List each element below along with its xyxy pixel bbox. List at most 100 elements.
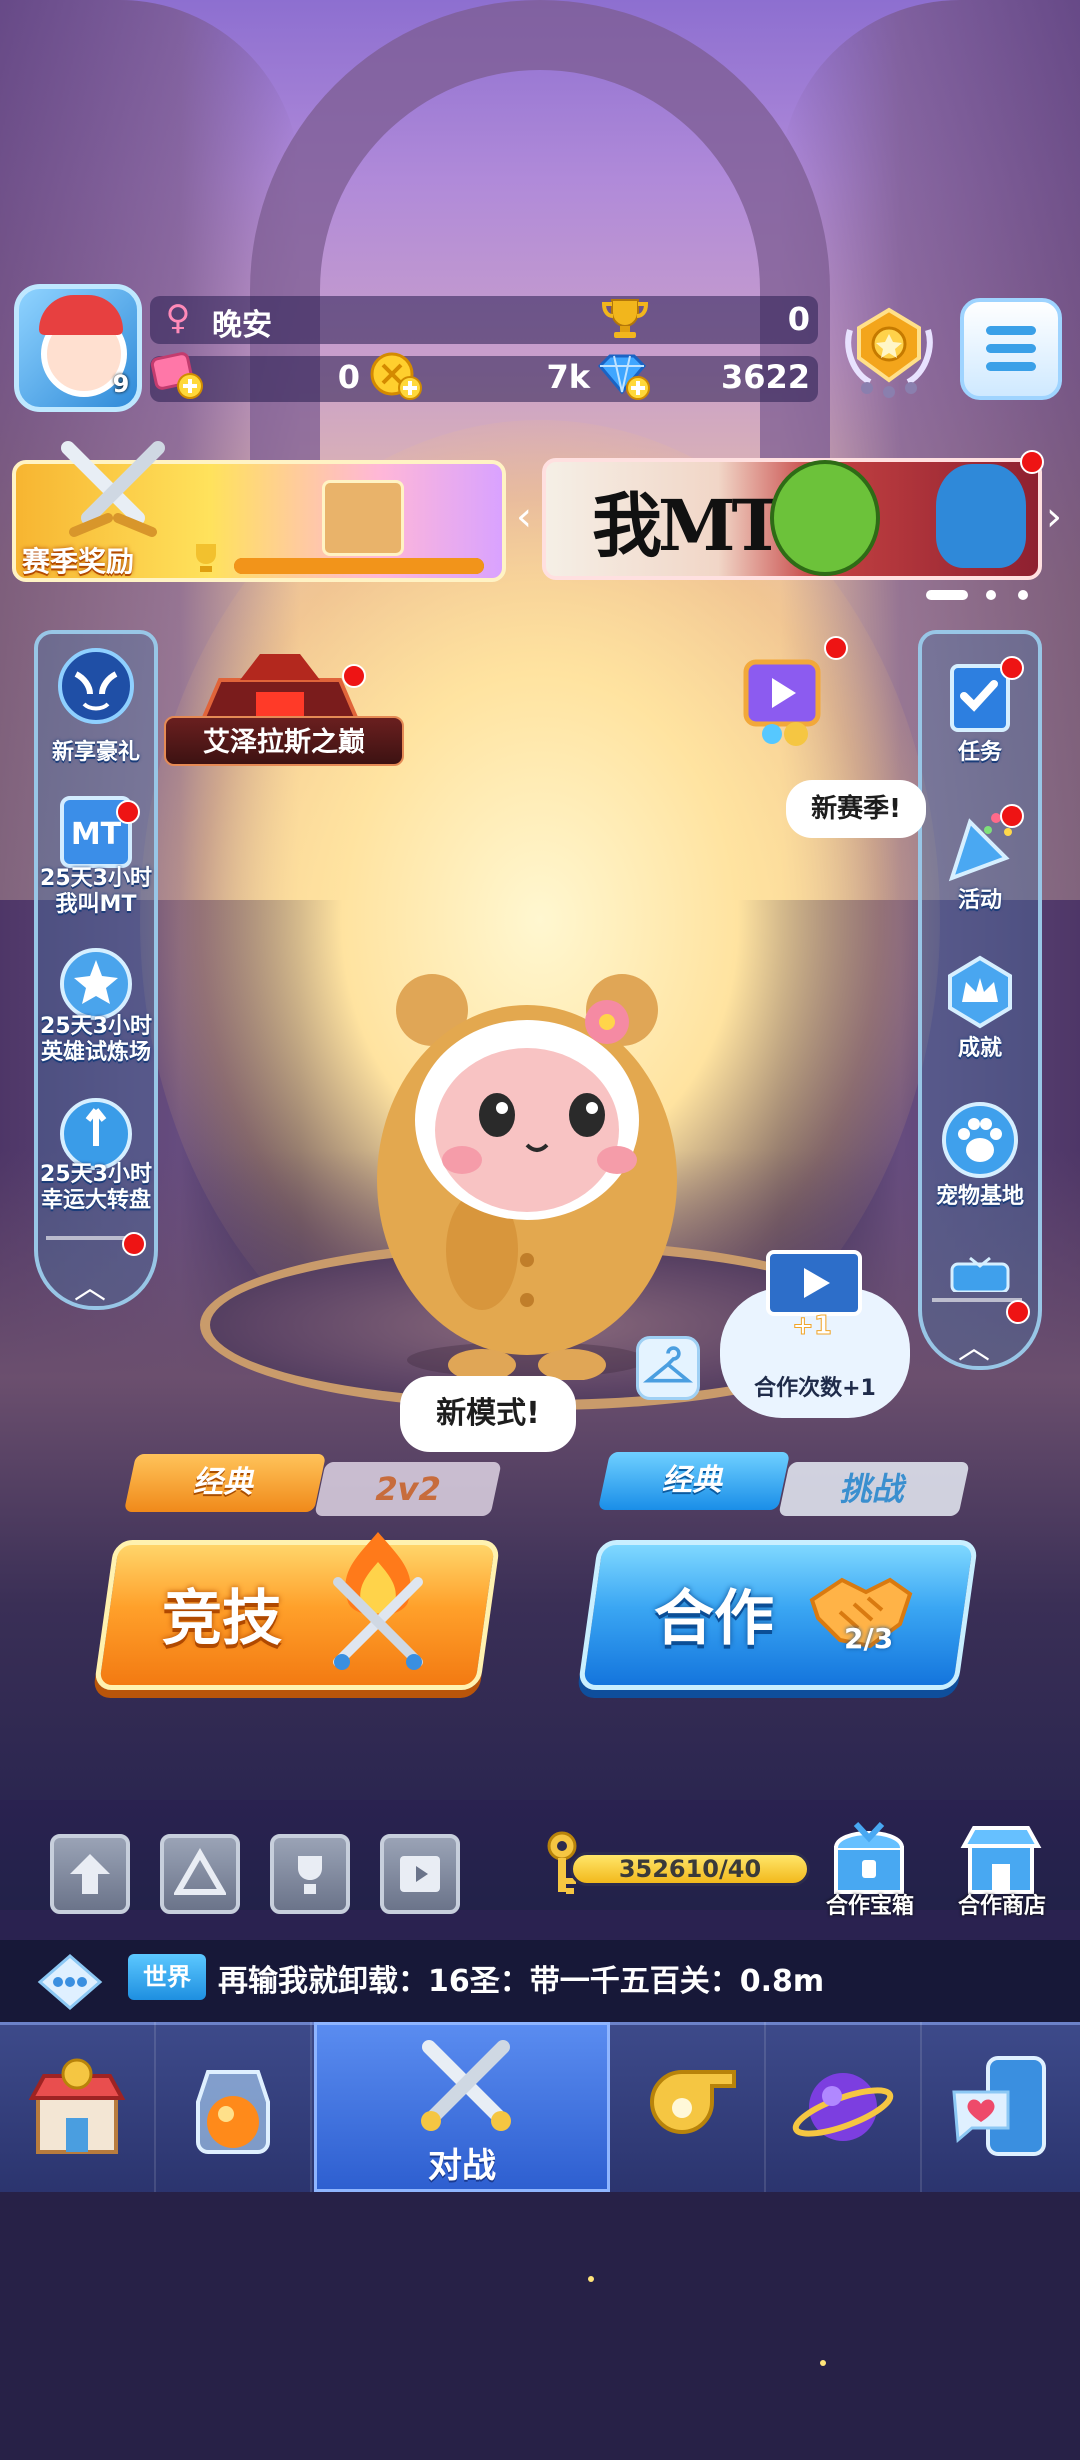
coop-shop-icon[interactable] bbox=[956, 1818, 1046, 1898]
banner-pager-dot[interactable] bbox=[986, 590, 996, 600]
sidebar-item-label: 宠物基地 bbox=[935, 1184, 1024, 1209]
bottom-empty-area bbox=[0, 2192, 1080, 2460]
right-sidebar-collapse-chevron-icon[interactable]: ︿ bbox=[958, 1322, 990, 1368]
crystal-orb-jar-icon bbox=[196, 2070, 270, 2154]
chat-latest-message: 再输我就卸载：16圣：带一千五百关：0.8m bbox=[218, 1964, 825, 1999]
chat-bubble-icon[interactable] bbox=[32, 1952, 108, 2012]
season-reward-label: 赛季奖励 bbox=[22, 545, 135, 578]
achievement-crown-icon[interactable] bbox=[938, 950, 1022, 1034]
mascot-character[interactable] bbox=[352, 960, 702, 1380]
coop-mode-button[interactable] bbox=[577, 1540, 979, 1690]
coop-mode-label: 合作 bbox=[654, 1584, 774, 1654]
gold-coin-count: 7k bbox=[546, 358, 590, 396]
svg-text:+1: +1 bbox=[792, 1311, 832, 1336]
sidebar-item-label: 任务 bbox=[957, 740, 1002, 765]
nav-item-shop[interactable] bbox=[0, 2022, 156, 2192]
arena-mode-label: 竞技 bbox=[162, 1584, 282, 1654]
sidebar-item-label: 25天3小时 幸运大转盘 bbox=[40, 1162, 152, 1213]
notification-dot bbox=[342, 664, 366, 688]
nav-item-whistle[interactable] bbox=[610, 2022, 766, 2192]
new-mode-speech-bubble: 新模式! bbox=[400, 1376, 576, 1452]
notification-dot bbox=[122, 1232, 146, 1256]
sidebar-item-label: 新享豪礼 bbox=[51, 740, 140, 765]
goblin-character-image bbox=[770, 460, 880, 576]
female-gender-icon: ♀ bbox=[165, 298, 191, 338]
trophy-count: 0 bbox=[787, 300, 810, 338]
player-level: 9 bbox=[112, 370, 130, 398]
banner-next-arrow-icon[interactable]: › bbox=[1046, 494, 1062, 540]
nav-item-collection[interactable] bbox=[156, 2022, 312, 2192]
small-trophy-icon bbox=[196, 544, 216, 572]
notification-dot bbox=[1006, 1300, 1030, 1324]
coop-bonus-label: 合作次数+1 bbox=[754, 1376, 876, 1401]
film-replay-button[interactable] bbox=[380, 1834, 460, 1914]
avatar-santa-hat bbox=[39, 295, 123, 335]
tv-icon[interactable] bbox=[948, 1256, 1012, 1292]
planet-icon bbox=[792, 2073, 894, 2141]
chat-channel-badge[interactable]: 世界 bbox=[128, 1954, 206, 2000]
heart-message-phone-icon bbox=[952, 2056, 1046, 2156]
notification-dot bbox=[116, 800, 140, 824]
arena-mode-button[interactable] bbox=[93, 1540, 501, 1690]
tab-arena-classic[interactable]: 经典 bbox=[123, 1454, 327, 1512]
banner-pager-dot[interactable] bbox=[1018, 590, 1028, 600]
tab-arena-2v2[interactable]: 2v2 bbox=[314, 1462, 502, 1516]
notification-dot bbox=[1000, 656, 1024, 680]
triangle-emblem-icon bbox=[174, 1848, 226, 1895]
trophy-cup-icon bbox=[298, 1856, 322, 1894]
crossed-swords-icon bbox=[61, 441, 165, 537]
upgrade-arrow-button[interactable] bbox=[50, 1834, 130, 1914]
sparkle bbox=[588, 2276, 594, 2282]
trophy-icon bbox=[601, 299, 649, 338]
paw-icon[interactable] bbox=[938, 1098, 1022, 1182]
season-reward-progress-fill bbox=[234, 558, 484, 574]
sidebar-item-label: 25天3小时 英雄试炼场 bbox=[40, 1014, 152, 1065]
gold-coin-plus-icon[interactable] bbox=[368, 350, 424, 402]
video-play-icon: +1 bbox=[766, 1250, 862, 1336]
event-logo: 我MT bbox=[592, 484, 784, 567]
tab-coop-classic[interactable]: 经典 bbox=[597, 1452, 791, 1510]
video-ad-reward-icon[interactable] bbox=[738, 650, 842, 750]
tab-coop-challenge[interactable]: 挑战 bbox=[778, 1462, 970, 1516]
film-strip-icon bbox=[400, 1856, 440, 1892]
sidebar-item-label: 成就 bbox=[957, 1036, 1002, 1061]
notification-dot bbox=[1020, 450, 1044, 474]
banner-pager-dot-active[interactable] bbox=[926, 590, 968, 600]
dragon-character-image bbox=[936, 464, 1026, 568]
right-sidebar-scrollbar[interactable] bbox=[932, 1298, 1022, 1302]
ticket-plus-icon[interactable] bbox=[150, 350, 206, 402]
diamond-plus-icon[interactable] bbox=[596, 350, 652, 402]
nav-item-social[interactable] bbox=[922, 2022, 1078, 2192]
azeroth-peak-label[interactable]: 艾泽拉斯之巅 bbox=[164, 716, 404, 766]
sparkle bbox=[820, 2360, 826, 2366]
left-sidebar-collapse-chevron-icon[interactable]: ︿ bbox=[74, 1262, 106, 1308]
coop-chest-label: 合作宝箱 bbox=[825, 1894, 914, 1919]
coop-shop-label: 合作商店 bbox=[957, 1894, 1046, 1919]
player-name: 晚安 bbox=[212, 308, 272, 343]
svg-text:MT: MT bbox=[71, 817, 122, 852]
coop-chest-icon[interactable] bbox=[826, 1818, 912, 1898]
nav-item-universe[interactable] bbox=[766, 2022, 922, 2192]
venom-gift-icon[interactable] bbox=[54, 644, 138, 728]
notification-dot bbox=[824, 636, 848, 660]
sidebar-item-label: 活动 bbox=[957, 888, 1002, 913]
triangle-emblem-button[interactable] bbox=[160, 1834, 240, 1914]
wardrobe-hanger-icon[interactable] bbox=[636, 1336, 700, 1400]
nav-battle-label: 对战 bbox=[428, 2146, 496, 2186]
flaming-crossed-swords-icon bbox=[333, 1532, 423, 1670]
coin-pile-icon bbox=[322, 480, 404, 556]
main-menu-button[interactable] bbox=[960, 298, 1062, 400]
notification-dot bbox=[1000, 804, 1024, 828]
menu-icon-line bbox=[986, 326, 1036, 335]
menu-icon-line bbox=[986, 344, 1036, 353]
crossed-swords-icon bbox=[421, 2040, 511, 2131]
rank-emblem-icon[interactable] bbox=[842, 300, 936, 400]
key-progress-bar: 352610/40 bbox=[570, 1852, 810, 1886]
banner-prev-arrow-icon[interactable]: ‹ bbox=[516, 494, 532, 540]
menu-icon-line bbox=[986, 362, 1036, 371]
shop-building-icon bbox=[28, 2058, 126, 2154]
trophy-cup-button[interactable] bbox=[270, 1834, 350, 1914]
upgrade-arrow-icon bbox=[70, 1854, 110, 1894]
coop-attempts-count: 2/3 bbox=[844, 1622, 894, 1655]
sidebar-item-label: 25天3小时 我叫MT bbox=[40, 866, 152, 917]
